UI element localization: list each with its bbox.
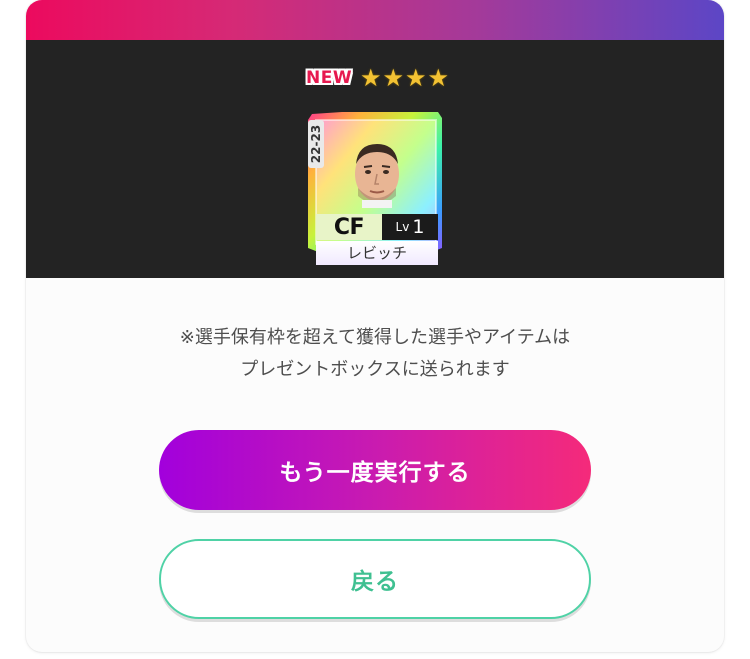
result-modal: NEW ★ ★ ★ ★ 22-23 CF Lv 1 レビッチ ※選手保有枠を超え… — [26, 0, 724, 652]
level-label: Lv — [395, 220, 410, 234]
position-label: CF — [333, 214, 365, 240]
player-portrait — [355, 144, 399, 208]
notice-text: ※選手保有枠を超えて獲得した選手やアイテムは プレゼントボックスに送られます — [26, 322, 724, 386]
notice-line-2: プレゼントボックスに送られます — [240, 359, 510, 380]
level-badge: Lv 1 — [382, 214, 438, 240]
back-button[interactable]: 戻る — [159, 539, 591, 619]
card-showcase-panel: NEW ★ ★ ★ ★ 22-23 CF Lv 1 レビッチ — [26, 40, 724, 278]
position-level-row: CF Lv 1 — [316, 214, 438, 240]
modal-header-strip — [26, 0, 724, 40]
player-card[interactable]: NEW ★ ★ ★ ★ 22-23 CF Lv 1 レビッチ — [302, 66, 449, 265]
new-badge: NEW — [306, 68, 353, 88]
star-icon: ★ — [427, 64, 450, 92]
notice-line-1: ※選手保有枠を超えて獲得した選手やアイテムは — [179, 327, 571, 348]
player-name: レビッチ — [316, 241, 438, 265]
star-icon: ★ — [382, 64, 405, 92]
star-icon: ★ — [360, 64, 382, 92]
level-value: 1 — [412, 216, 425, 238]
star-icon: ★ — [405, 64, 427, 92]
season-label: 22-23 — [308, 120, 324, 168]
retry-button[interactable]: もう一度実行する — [159, 430, 591, 510]
rarity-stars: ★ ★ ★ ★ — [360, 66, 449, 90]
